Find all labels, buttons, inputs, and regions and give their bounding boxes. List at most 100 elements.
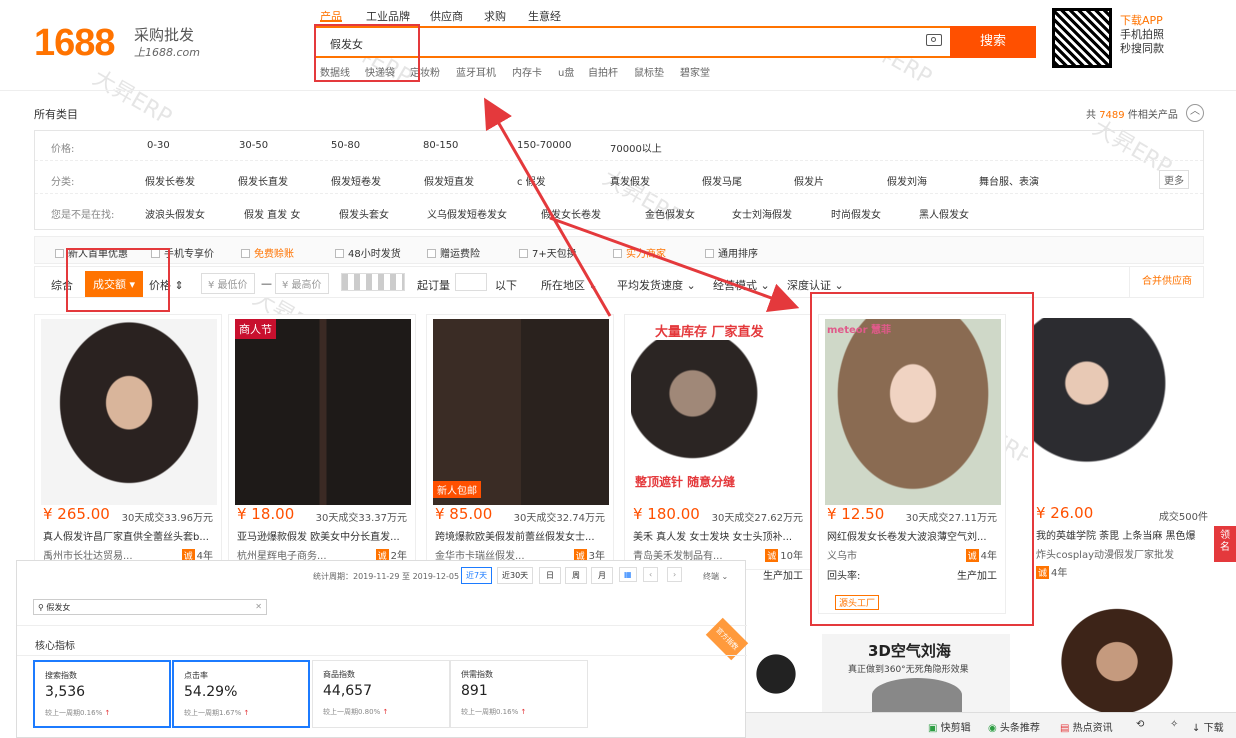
hot-word[interactable]: 内存卡	[512, 64, 542, 79]
option-freight-insurance[interactable]: 赠运费险	[427, 245, 480, 260]
search-tab-business[interactable]: 生意经	[528, 8, 561, 24]
search-tab-brand[interactable]: 工业品牌	[366, 8, 410, 24]
kpi-search-index[interactable]: 搜索指数 3,536 较上一周期0.16% ↑	[33, 660, 171, 728]
refresh-icon[interactable]: ⟲	[1136, 719, 1144, 730]
region-dropdown[interactable]: 所在地区 ⌄	[541, 277, 598, 293]
product-image[interactable]	[433, 319, 609, 505]
business-mode-dropdown[interactable]: 经营模式 ⌄	[713, 277, 770, 293]
product-image[interactable]	[1034, 318, 1210, 504]
product-card[interactable]: 大量库存 厂家直发 整顶遮针 随意分缝 ¥ 180.00 30天成交27.62万…	[624, 314, 812, 582]
search-tab-buy[interactable]: 求购	[484, 8, 506, 24]
product-card[interactable]: ¥ 26.00 成交500件 我的英雄学院 荼毘 上条当麻 黑色爆 炸头cosp…	[1028, 314, 1216, 579]
product-card[interactable]: 新人包邮 ¥ 85.00 30天成交32.74万元 跨境爆款欧美假发前蕾丝假发女…	[426, 314, 614, 570]
camera-icon[interactable]	[926, 34, 942, 46]
side-coupon-icon[interactable]: 领名	[1214, 526, 1236, 562]
all-categories[interactable]: 所有类目	[34, 106, 78, 122]
taskbar-item[interactable]: ▤ 热点资讯	[1060, 719, 1113, 734]
category-option[interactable]: 假发长卷发	[145, 173, 195, 188]
product-title[interactable]: 我的英雄学院 荼毘 上条当麻 黑色爆	[1036, 527, 1210, 542]
merge-suppliers-button[interactable]: 合并供应商	[1129, 267, 1204, 297]
hot-word[interactable]: u盘	[558, 64, 574, 79]
clear-icon[interactable]: ✕	[255, 602, 262, 611]
max-price-input[interactable]: ¥ 最高价	[275, 273, 329, 294]
calendar-icon[interactable]: ▦	[619, 567, 637, 582]
hot-word[interactable]: 鼠标垫	[634, 64, 664, 79]
kpi-click-rate[interactable]: 点击率 54.29% 较上一周期1.67% ↑	[172, 660, 310, 728]
category-option[interactable]: 假发长直发	[238, 173, 288, 188]
ship-speed-dropdown[interactable]: 平均发货速度 ⌄	[617, 277, 696, 293]
certification-dropdown[interactable]: 深度认证 ⌄	[787, 277, 844, 293]
category-option[interactable]: 舞台服、表演	[979, 173, 1039, 188]
product-card[interactable]: 商人节 ¥ 18.00 30天成交33.37万元 亚马逊爆款假发 欧美女中分长直…	[228, 314, 416, 570]
price-range[interactable]: 0-30	[147, 140, 170, 151]
hot-word[interactable]: 自拍杆	[588, 64, 618, 79]
suggest-item[interactable]: 假发女长卷发	[541, 206, 601, 221]
min-order-input[interactable]	[455, 273, 487, 291]
tab-7days[interactable]: 近7天	[461, 567, 493, 584]
taskbar-item[interactable]: ▣ 快剪辑	[928, 719, 971, 734]
terminal-dropdown[interactable]: 终端 ⌄	[703, 571, 728, 582]
tab-week[interactable]: 周	[565, 567, 587, 584]
kpi-supply-demand-index[interactable]: 供需指数 891 较上一周期0.16% ↑	[450, 660, 588, 728]
product-image-partial[interactable]	[1052, 600, 1182, 712]
hot-word[interactable]: 蓝牙耳机	[456, 64, 496, 79]
product-image-partial[interactable]: 3D空气刘海 真正做到360°无死角隐形效果	[822, 634, 1010, 712]
suggest-item[interactable]: 波浪头假发女	[145, 206, 205, 221]
suggest-item[interactable]: 时尚假发女	[831, 206, 881, 221]
product-title[interactable]: 跨境爆款欧美假发前蕾丝假发女士...	[435, 528, 609, 543]
category-option[interactable]: 假发片	[794, 173, 824, 188]
category-option[interactable]: 假发刘海	[887, 173, 927, 188]
price-slider[interactable]	[341, 273, 405, 291]
taskbar-item[interactable]: ◉ 头条推荐	[988, 719, 1040, 734]
price-range[interactable]: 50-80	[331, 140, 360, 151]
category-option[interactable]: 假发短直发	[424, 173, 474, 188]
price-range[interactable]: 30-50	[239, 140, 268, 151]
product-card[interactable]: ¥ 265.00 30天成交33.96万元 真人假发许昌厂家直供全蕾丝头套b..…	[34, 314, 222, 570]
product-title[interactable]: 真人假发许昌厂家直供全蕾丝头套b...	[43, 528, 217, 543]
suggest-item[interactable]: 义乌假发短卷发女	[427, 206, 507, 221]
price-range[interactable]: 80-150	[423, 140, 458, 151]
product-shop[interactable]: 炸头cosplay动漫假发厂家批发	[1036, 546, 1174, 561]
product-title[interactable]: 美禾 真人发 女士发块 女士头顶补...	[633, 528, 807, 543]
suggest-item[interactable]: 黑人假发女	[919, 206, 969, 221]
category-option[interactable]: 真发假发	[610, 173, 650, 188]
suggest-item[interactable]: 金色假发女	[645, 206, 695, 221]
suggest-item[interactable]: 女士刘海假发	[732, 206, 792, 221]
kpi-product-index[interactable]: 商品指数 44,657 较上一周期0.80% ↑	[312, 660, 450, 728]
category-option[interactable]: 假发短卷发	[331, 173, 381, 188]
suggest-item[interactable]: 假发头套女	[339, 206, 389, 221]
tab-month[interactable]: 月	[591, 567, 613, 584]
product-image-partial[interactable]	[746, 636, 806, 712]
suggest-item[interactable]: 假发 直发 女	[244, 206, 300, 221]
category-option[interactable]: c 假发	[517, 173, 546, 188]
more-categories-button[interactable]: 更多	[1159, 170, 1189, 189]
search-button[interactable]: 搜索	[950, 26, 1036, 58]
option-strong-merchant[interactable]: 实力商家	[613, 245, 666, 260]
product-title[interactable]: 亚马逊爆款假发 欧美女中分长直发...	[237, 528, 411, 543]
product-image[interactable]	[41, 319, 217, 505]
option-credit[interactable]: 免费赊账	[241, 245, 294, 260]
tab-30days[interactable]: 近30天	[497, 567, 534, 584]
min-price-input[interactable]: ¥ 最低价	[201, 273, 255, 294]
hair-shape	[872, 678, 962, 712]
collapse-icon[interactable]: ︿	[1186, 104, 1204, 122]
app-download[interactable]: 下载APP 手机拍照 秒搜同款	[1120, 14, 1164, 56]
category-option[interactable]: 假发马尾	[702, 173, 742, 188]
price-range[interactable]: 150-70000	[517, 140, 572, 151]
air-bangs-title: 3D空气刘海	[868, 642, 951, 660]
option-general-sort[interactable]: 通用排序	[705, 245, 758, 260]
pin-icon[interactable]: ✧	[1170, 719, 1178, 730]
product-image[interactable]	[235, 319, 411, 505]
search-tab-supplier[interactable]: 供应商	[430, 8, 463, 24]
highlight-box-sort	[66, 248, 170, 312]
tab-day[interactable]: 日	[539, 567, 561, 584]
analytics-search-input[interactable]: ⚲ 假发女 ✕	[33, 599, 267, 615]
site-logo[interactable]: 1688	[34, 22, 116, 65]
option-7day-exchange[interactable]: 7+天包换	[519, 245, 577, 260]
prev-icon[interactable]: ‹	[643, 567, 659, 582]
taskbar-item[interactable]: ↓ 下载	[1192, 719, 1224, 734]
next-icon[interactable]: ›	[667, 567, 683, 582]
hot-word[interactable]: 碧家堂	[680, 64, 710, 79]
price-range[interactable]: 70000以上	[610, 140, 662, 155]
option-48h[interactable]: 48小时发货	[335, 245, 401, 260]
